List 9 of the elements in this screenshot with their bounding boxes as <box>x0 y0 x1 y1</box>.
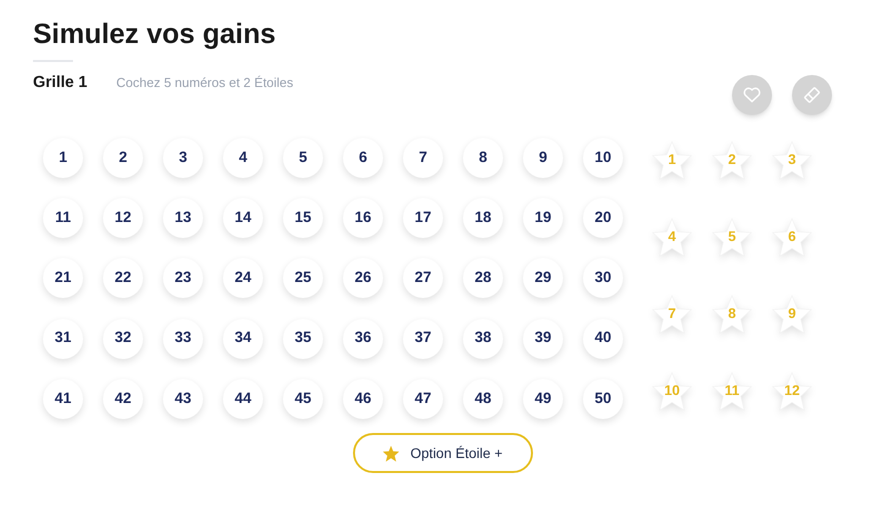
grid-label: Grille 1 <box>33 73 88 93</box>
favorite-button[interactable] <box>732 75 772 115</box>
heart-icon <box>743 87 761 103</box>
eraser-icon <box>803 86 821 104</box>
grid-hint: Cochez 5 numéros et 2 Étoiles <box>116 74 294 92</box>
page-title: Simulez vos gains <box>33 17 277 51</box>
eraser-button[interactable] <box>792 75 832 115</box>
star-icon <box>382 444 400 462</box>
option-star-button[interactable]: Option Étoile + <box>352 433 532 473</box>
